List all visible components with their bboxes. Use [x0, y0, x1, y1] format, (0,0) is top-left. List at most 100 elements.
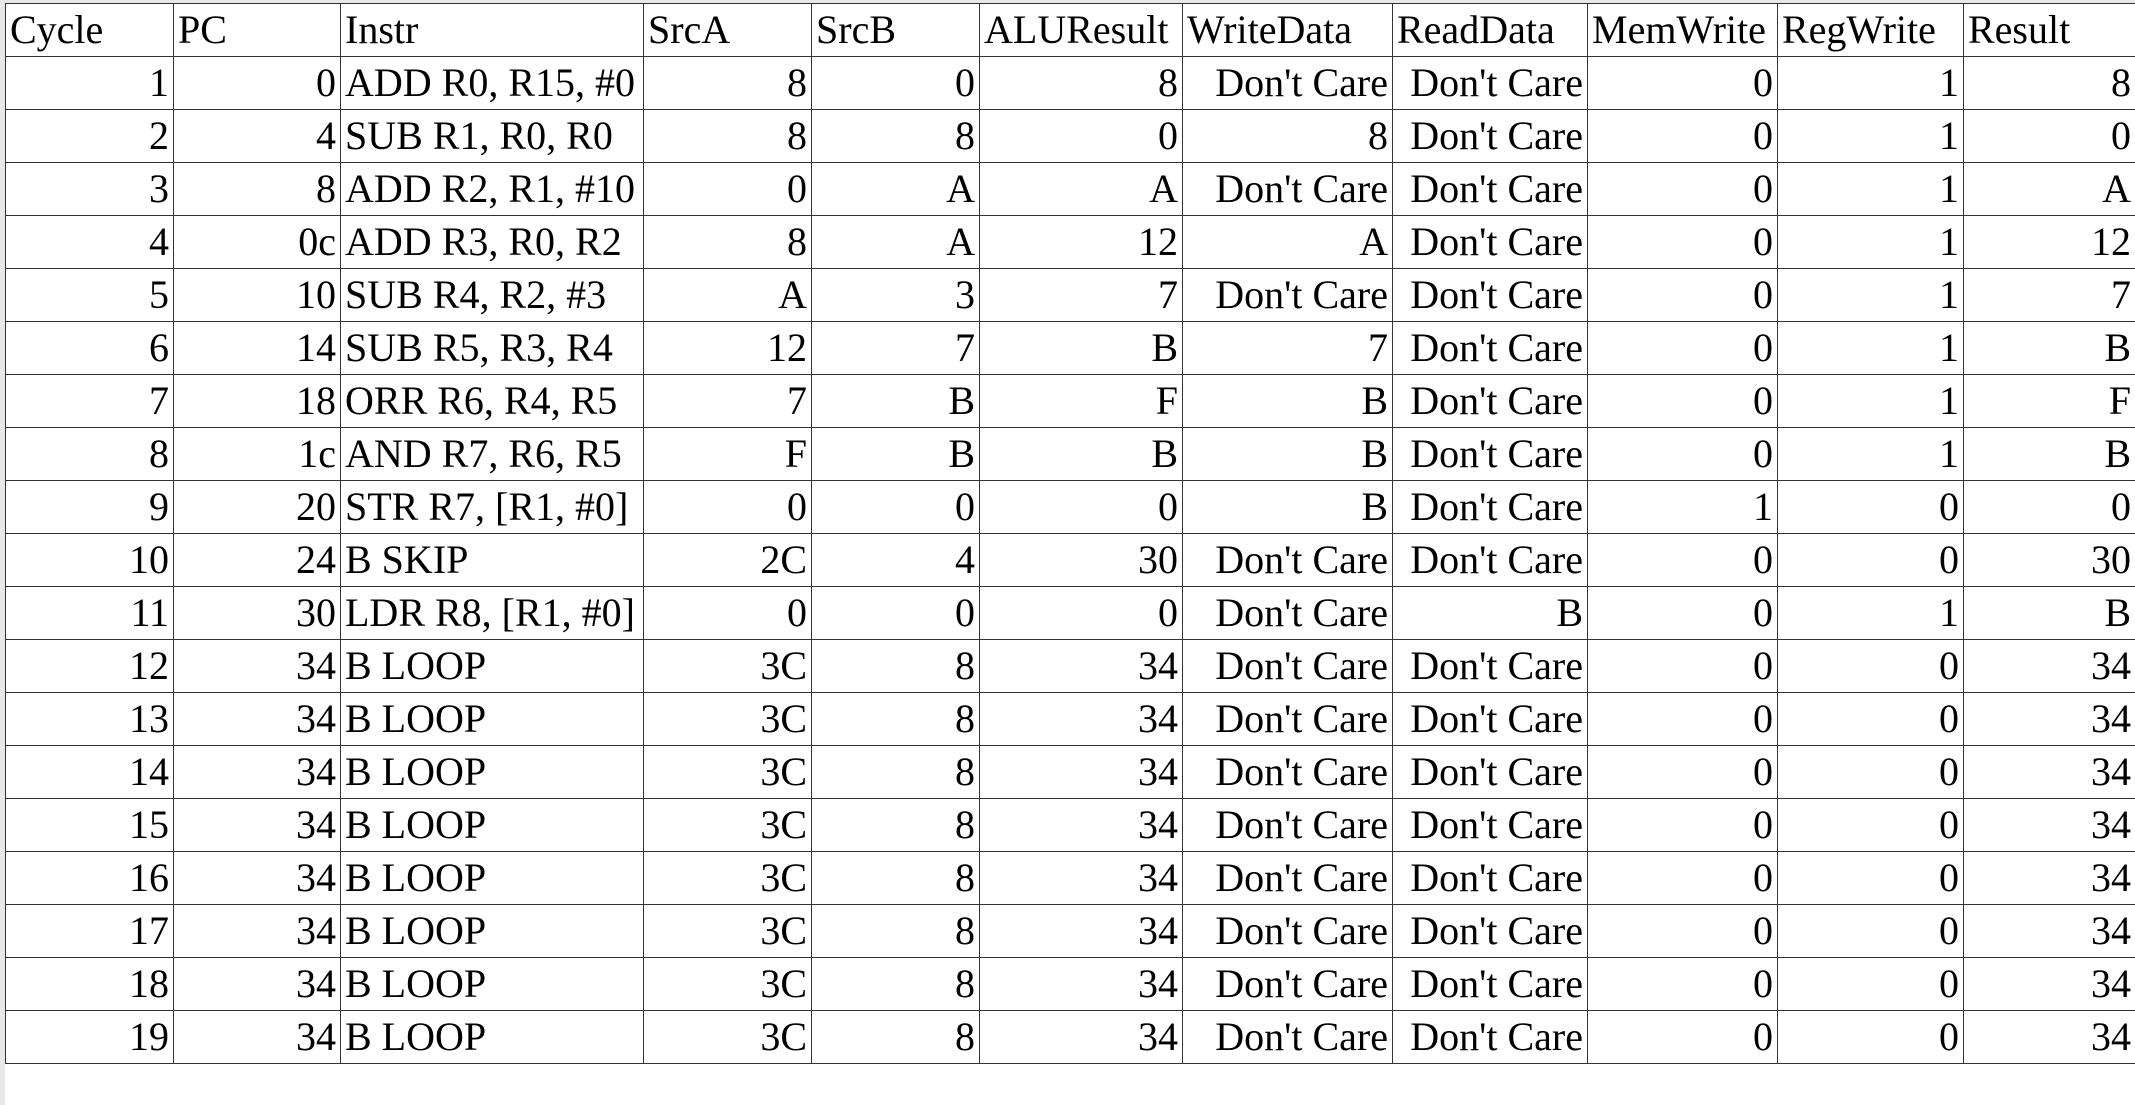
cell-readdata[interactable]: Don't Care [1392, 109, 1588, 163]
cell-readdata[interactable]: Don't Care [1392, 745, 1588, 799]
cell-writedata[interactable]: B [1182, 480, 1393, 534]
cell-readdata[interactable]: Don't Care [1392, 904, 1588, 958]
cell-srca[interactable]: F [643, 427, 812, 481]
cell-instr[interactable]: LDR R8, [R1, #0] [340, 586, 644, 640]
cell-aluresult[interactable]: 8 [979, 56, 1183, 110]
cell-srca[interactable]: 3C [643, 692, 812, 746]
cell-aluresult[interactable]: 30 [979, 533, 1183, 587]
cell-regwrite[interactable]: 1 [1777, 586, 1964, 640]
cell-aluresult[interactable]: 0 [979, 586, 1183, 640]
cell-cycle[interactable]: 10 [5, 533, 174, 587]
cell-instr[interactable]: B LOOP [340, 1010, 644, 1064]
cell-writedata[interactable]: 7 [1182, 321, 1393, 375]
cell-result[interactable]: 34 [1963, 1010, 2135, 1064]
cell-writedata[interactable]: Don't Care [1182, 745, 1393, 799]
cell-aluresult[interactable]: A [979, 162, 1183, 216]
cell-instr[interactable]: ADD R3, R0, R2 [340, 215, 644, 269]
cell-srcb[interactable]: 8 [811, 957, 980, 1011]
cell-result[interactable]: 34 [1963, 851, 2135, 905]
cell-writedata[interactable]: Don't Care [1182, 1010, 1393, 1064]
cell-instr[interactable]: B LOOP [340, 798, 644, 852]
cell-readdata[interactable]: Don't Care [1392, 692, 1588, 746]
cell-regwrite[interactable]: 0 [1777, 533, 1964, 587]
cell-memwrite[interactable]: 0 [1587, 1010, 1778, 1064]
cell-memwrite[interactable]: 0 [1587, 268, 1778, 322]
cell-aluresult[interactable]: F [979, 374, 1183, 428]
cell-result[interactable]: 34 [1963, 639, 2135, 693]
cell-writedata[interactable]: Don't Care [1182, 904, 1393, 958]
cell-memwrite[interactable]: 0 [1587, 427, 1778, 481]
cell-regwrite[interactable]: 0 [1777, 957, 1964, 1011]
cell-srca[interactable]: 3C [643, 957, 812, 1011]
cell-memwrite[interactable]: 0 [1587, 692, 1778, 746]
cell-result[interactable]: 34 [1963, 692, 2135, 746]
cell-srcb[interactable]: 8 [811, 904, 980, 958]
cell-result[interactable]: 0 [1963, 109, 2135, 163]
cell-writedata[interactable]: Don't Care [1182, 692, 1393, 746]
cell-srcb[interactable]: 8 [811, 851, 980, 905]
cell-regwrite[interactable]: 1 [1777, 109, 1964, 163]
cell-cycle[interactable]: 3 [5, 162, 174, 216]
cell-cycle[interactable]: 1 [5, 56, 174, 110]
cell-srca[interactable]: 0 [643, 162, 812, 216]
cell-aluresult[interactable]: 12 [979, 215, 1183, 269]
cell-srca[interactable]: 8 [643, 56, 812, 110]
cell-instr[interactable]: SUB R1, R0, R0 [340, 109, 644, 163]
cell-srcb[interactable]: B [811, 427, 980, 481]
cell-cycle[interactable]: 17 [5, 904, 174, 958]
cell-regwrite[interactable]: 0 [1777, 1010, 1964, 1064]
cell-result[interactable]: A [1963, 162, 2135, 216]
cell-instr[interactable]: B LOOP [340, 851, 644, 905]
cell-aluresult[interactable]: 0 [979, 480, 1183, 534]
header-memwrite[interactable]: MemWrite [1587, 3, 1778, 57]
cell-readdata[interactable]: Don't Care [1392, 639, 1588, 693]
cell-cycle[interactable]: 6 [5, 321, 174, 375]
cell-aluresult[interactable]: 34 [979, 851, 1183, 905]
cell-memwrite[interactable]: 0 [1587, 533, 1778, 587]
cell-instr[interactable]: ADD R2, R1, #10 [340, 162, 644, 216]
cell-memwrite[interactable]: 0 [1587, 321, 1778, 375]
cell-regwrite[interactable]: 1 [1777, 268, 1964, 322]
cell-srca[interactable]: 0 [643, 586, 812, 640]
header-result[interactable]: Result [1963, 3, 2135, 57]
cell-cycle[interactable]: 13 [5, 692, 174, 746]
cell-result[interactable]: 34 [1963, 904, 2135, 958]
cell-pc[interactable]: 18 [173, 374, 341, 428]
cell-srca[interactable]: 3C [643, 904, 812, 958]
cell-pc[interactable]: 8 [173, 162, 341, 216]
header-pc[interactable]: PC [173, 3, 341, 57]
cell-writedata[interactable]: B [1182, 374, 1393, 428]
cell-result[interactable]: 8 [1963, 56, 2135, 110]
cell-cycle[interactable]: 12 [5, 639, 174, 693]
header-regwrite[interactable]: RegWrite [1777, 3, 1964, 57]
cell-pc[interactable]: 34 [173, 798, 341, 852]
cell-regwrite[interactable]: 0 [1777, 798, 1964, 852]
cell-srca[interactable]: A [643, 268, 812, 322]
cell-cycle[interactable]: 5 [5, 268, 174, 322]
cell-cycle[interactable]: 14 [5, 745, 174, 799]
cell-pc[interactable]: 30 [173, 586, 341, 640]
cell-readdata[interactable]: Don't Care [1392, 215, 1588, 269]
cell-pc[interactable]: 4 [173, 109, 341, 163]
cell-readdata[interactable]: Don't Care [1392, 321, 1588, 375]
cell-pc[interactable]: 34 [173, 851, 341, 905]
cell-memwrite[interactable]: 0 [1587, 374, 1778, 428]
header-srca[interactable]: SrcA [643, 3, 812, 57]
cell-aluresult[interactable]: 34 [979, 957, 1183, 1011]
cell-readdata[interactable]: Don't Care [1392, 427, 1588, 481]
cell-srca[interactable]: 8 [643, 215, 812, 269]
cell-pc[interactable]: 24 [173, 533, 341, 587]
cell-readdata[interactable]: Don't Care [1392, 480, 1588, 534]
cell-writedata[interactable]: Don't Care [1182, 639, 1393, 693]
cell-pc[interactable]: 34 [173, 1010, 341, 1064]
cell-aluresult[interactable]: 34 [979, 798, 1183, 852]
cell-srcb[interactable]: 8 [811, 745, 980, 799]
cell-srca[interactable]: 12 [643, 321, 812, 375]
cell-writedata[interactable]: Don't Care [1182, 586, 1393, 640]
cell-srca[interactable]: 7 [643, 374, 812, 428]
cell-aluresult[interactable]: 34 [979, 639, 1183, 693]
cell-regwrite[interactable]: 0 [1777, 639, 1964, 693]
cell-srca[interactable]: 3C [643, 639, 812, 693]
cell-instr[interactable]: STR R7, [R1, #0] [340, 480, 644, 534]
cell-pc[interactable]: 34 [173, 745, 341, 799]
